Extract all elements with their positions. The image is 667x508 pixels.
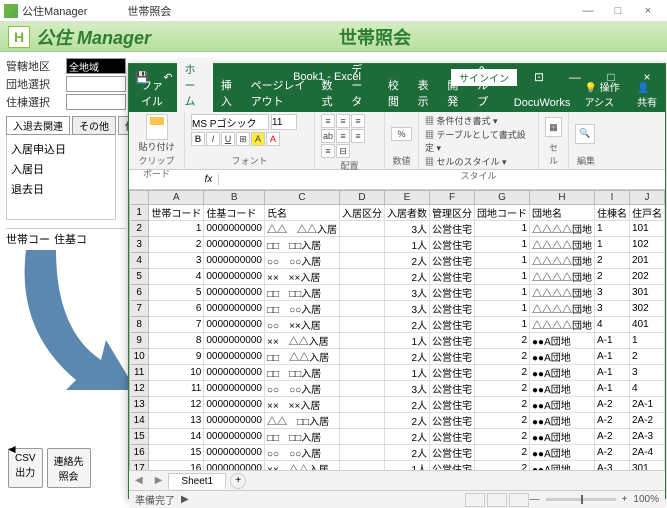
excel-tab-表示[interactable]: 表示 bbox=[410, 74, 440, 112]
paste-icon[interactable] bbox=[146, 114, 168, 140]
excel-tab-数式[interactable]: 数式 bbox=[314, 74, 344, 112]
align-left-button[interactable]: ≡ bbox=[336, 129, 350, 143]
align-mid-button[interactable]: ≡ bbox=[336, 114, 350, 128]
contact-button[interactable]: 連絡先 照会 bbox=[47, 448, 91, 488]
moushikomi-label: 入居申込日 bbox=[11, 141, 71, 157]
excel-statusbar: 準備完了 ▶ — + 100% bbox=[129, 490, 665, 508]
excel-share[interactable]: 👤 共有 bbox=[631, 80, 665, 112]
excel-tab-ファイル[interactable]: ファイル bbox=[133, 74, 177, 112]
header-app-title: 公住 Manager bbox=[36, 24, 151, 50]
align-bot-button[interactable]: ≡ bbox=[351, 114, 365, 128]
excel-tab-ページレイアウト[interactable]: ページレイアウト bbox=[243, 74, 314, 112]
header-logo-icon: H bbox=[8, 26, 30, 48]
sheet-tab[interactable]: Sheet1 bbox=[168, 473, 226, 489]
tab-other[interactable]: その他 bbox=[72, 116, 116, 135]
edit-group-label: 編集 bbox=[575, 153, 597, 167]
excel-tab-校閲[interactable]: 校閲 bbox=[380, 74, 410, 112]
excel-tab-ホーム[interactable]: ホーム bbox=[177, 58, 213, 112]
tab-nyutaikyo[interactable]: 入退去関連 bbox=[6, 116, 70, 135]
edit-button[interactable]: 🔍 bbox=[575, 124, 595, 144]
align-center-button[interactable]: ≡ bbox=[351, 129, 365, 143]
sheet-tab-bar: ◀ ▶ Sheet1 + bbox=[129, 470, 665, 490]
bold-button[interactable]: B bbox=[191, 132, 205, 146]
header-page-title: 世帯照会 bbox=[151, 24, 659, 50]
danchi-label: 団地選択 bbox=[6, 76, 66, 92]
formula-bar: fx bbox=[129, 170, 665, 190]
app-name: 公住Manager bbox=[22, 3, 87, 19]
style-group-label: スタイル bbox=[425, 168, 532, 182]
align-top-button[interactable]: ≡ bbox=[321, 114, 335, 128]
merge-button[interactable]: ⊟ bbox=[336, 144, 350, 158]
region-label: 管轄地区 bbox=[6, 58, 66, 74]
sheet-nav-prev-icon[interactable]: ◀ bbox=[129, 475, 149, 486]
app-subtitle: 世帯照会 bbox=[127, 3, 171, 19]
excel-tab-データ[interactable]: データ bbox=[343, 58, 380, 112]
col-setai: 世帯コー bbox=[6, 231, 50, 247]
font-size-select[interactable] bbox=[271, 114, 297, 130]
jutou-select[interactable] bbox=[66, 94, 126, 110]
italic-button[interactable]: I bbox=[206, 132, 220, 146]
danchi-select[interactable] bbox=[66, 76, 126, 92]
app-logo-icon bbox=[4, 4, 18, 18]
excel-tab-挿入[interactable]: 挿入 bbox=[213, 74, 243, 112]
font-color-button[interactable]: A bbox=[266, 132, 280, 146]
minimize-button[interactable]: — bbox=[573, 5, 603, 17]
excel-ribbon-options-icon[interactable]: ⊡ bbox=[521, 70, 557, 84]
number-format-button[interactable]: % bbox=[391, 127, 412, 141]
border-button[interactable]: ⊞ bbox=[236, 132, 250, 146]
excel-window: 💾 ↶ ↷ Book1 - Excel サインイン ⊡ — □ × ファイルホー… bbox=[128, 63, 666, 499]
wrap-button[interactable]: ab bbox=[321, 129, 335, 143]
fx-icon[interactable]: fx bbox=[199, 174, 219, 185]
number-group-label: 数値 bbox=[391, 153, 412, 167]
close-button[interactable]: × bbox=[633, 5, 663, 17]
align-group-label: 配置 bbox=[321, 158, 378, 172]
font-name-select[interactable] bbox=[191, 114, 269, 130]
excel-ribbon: 貼り付け クリップボード B I U ⊞ A A フォント bbox=[129, 112, 665, 170]
excel-tab-DocuWorks[interactable]: DocuWorks bbox=[506, 94, 579, 112]
excel-grid[interactable]: ABCDEFGHIJ1世帯コード住基コード氏名入居区分入居者数管理区分団地コード… bbox=[129, 190, 665, 470]
nyukyo-label: 入居日 bbox=[11, 161, 71, 177]
taikyo-label: 退去日 bbox=[11, 181, 71, 197]
cells-button[interactable]: ▦ bbox=[545, 117, 562, 137]
outer-titlebar: 公住Manager 世帯照会 — □ × bbox=[0, 0, 667, 22]
clipboard-group-label: クリップボード bbox=[135, 153, 178, 180]
region-select[interactable]: 全地域 bbox=[66, 58, 126, 74]
fill-color-button[interactable]: A bbox=[251, 132, 265, 146]
app-header: H 公住 Manager 世帯照会 bbox=[0, 22, 667, 52]
excel-tab-ヘルプ[interactable]: ヘルプ bbox=[469, 58, 506, 112]
underline-button[interactable]: U bbox=[221, 132, 235, 146]
cond-format-button[interactable]: ▦ 条件付き書式 ▾ bbox=[425, 114, 498, 127]
cell-group-label: セル bbox=[545, 140, 562, 167]
jutou-label: 住棟選択 bbox=[6, 94, 66, 110]
maximize-button[interactable]: □ bbox=[603, 5, 633, 17]
sheet-nav-next-icon[interactable]: ▶ bbox=[149, 475, 169, 486]
excel-tabs: ファイルホーム挿入ページレイアウト数式データ校閲表示開発ヘルプDocuWorks… bbox=[129, 90, 665, 112]
excel-tab-開発[interactable]: 開発 bbox=[439, 74, 469, 112]
font-group-label: フォント bbox=[191, 153, 308, 167]
cell-style-button[interactable]: ▦ セルのスタイル ▾ bbox=[425, 155, 507, 168]
new-sheet-button[interactable]: + bbox=[230, 473, 246, 489]
paste-label: 貼り付け bbox=[138, 140, 174, 153]
align-right-button[interactable]: ≡ bbox=[321, 144, 335, 158]
col-juki: 住基コ bbox=[54, 231, 87, 247]
excel-tell-me[interactable]: 💡 操作アシス bbox=[578, 76, 631, 112]
table-format-button[interactable]: ▦ テーブルとして書式設定 ▾ bbox=[425, 128, 532, 154]
